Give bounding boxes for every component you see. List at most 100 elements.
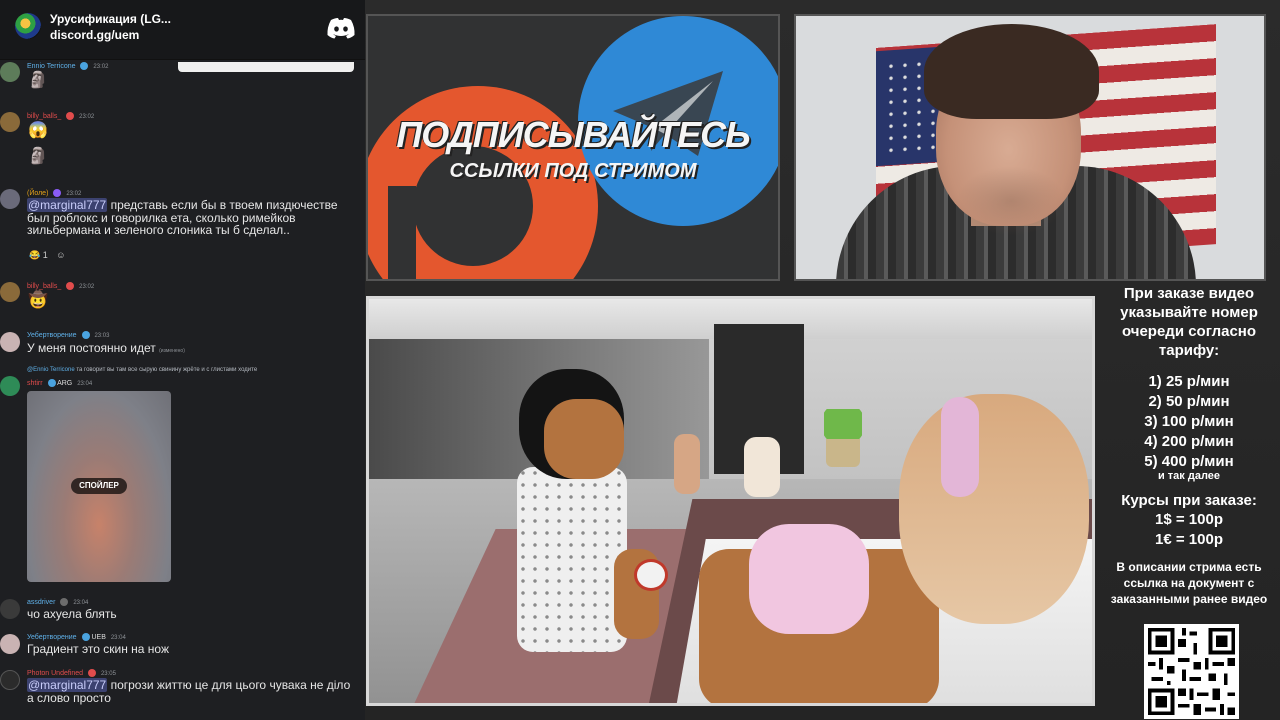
chat-message: billy_balls_ 23:02 🤠 [0, 280, 365, 320]
avatar-child [744, 437, 780, 497]
chat-message: billy_balls_ 23:02 😱 🗿 [0, 110, 365, 180]
avatar [0, 670, 20, 690]
avatar [0, 189, 20, 209]
message-author[interactable]: billy_balls_ [27, 283, 61, 290]
game-capture [366, 296, 1095, 706]
chat-message: Уебертворение 23:03 У меня постоянно иде… [0, 330, 365, 360]
message-text: @marginal777 представь если бы в твоем п… [27, 198, 359, 237]
avatar [0, 634, 20, 654]
message-time: 23:04 [110, 634, 126, 641]
message-author[interactable]: Photon Undefined [27, 670, 83, 677]
reaction-count: 1 [42, 250, 48, 260]
message-body: Градиент это скин на нож [27, 642, 169, 656]
tariff-more: и так далее [1157, 470, 1221, 482]
message-author[interactable]: Уебертворение [27, 332, 77, 339]
role-badge-icon [47, 379, 56, 387]
patreon-logo-bar [388, 186, 416, 279]
chat-header: Урусификация (LG... discord.gg/uem [0, 0, 365, 60]
webcam-feed [794, 14, 1266, 281]
order-heading: При заказе видео указывайте номер очеред… [1120, 285, 1258, 359]
avatar [0, 282, 20, 302]
stream-layout: Урусификация (LG... discord.gg/uem Ennio… [0, 0, 1280, 720]
role-tag: ARG [57, 379, 73, 387]
streamer-hair [924, 24, 1099, 119]
role-badge-icon [66, 112, 75, 120]
qr-code-icon[interactable] [1144, 624, 1239, 719]
plant-pot [826, 439, 860, 467]
server-icon [15, 13, 41, 39]
spoiler-label[interactable]: СПОЙЛЕР [71, 478, 127, 494]
message-author[interactable]: billy_balls_ [27, 113, 61, 120]
message-time: 23:02 [93, 63, 109, 70]
role-badge-icon [81, 633, 90, 641]
held-item-icon [634, 559, 668, 591]
avatar [0, 112, 20, 132]
message-time: 23:04 [73, 599, 89, 606]
role-badge-icon [60, 598, 69, 606]
message-author[interactable]: shtirr [27, 380, 43, 387]
avatar [0, 332, 20, 352]
message-time: 23:02 [79, 283, 95, 290]
role-badge-icon [80, 62, 89, 70]
emoji-sticker-icon: 🗿 [28, 72, 48, 89]
reaction[interactable]: 😂 1 ☺ [29, 250, 65, 261]
tariff-list: 1) 25 р/мин 2) 50 р/мин 3) 100 р/мин 4) … [1102, 372, 1276, 472]
message-text: У меня постоянно идет (изменено) [27, 342, 359, 358]
avatar [0, 62, 20, 82]
role-badge-icon [66, 282, 75, 290]
order-info-panel: При заказе видео указывайте номер очеред… [1102, 284, 1276, 720]
message-text: @marginal777 погрози життю це для цього … [27, 678, 359, 704]
reply-preview[interactable]: @Ennio Terricone та говорит вы там все с… [27, 367, 257, 373]
emoji-shocked-icon: 😱 [28, 122, 48, 139]
role-badge-icon [81, 331, 90, 339]
add-reaction-icon[interactable]: ☺ [56, 250, 65, 260]
rate-item: 1€ = 100р [1155, 531, 1223, 548]
discord-chat-panel: Урусификация (LG... discord.gg/uem Ennio… [0, 0, 365, 720]
banner-subtitle: ССЫЛКИ ПОД СТРИМОМ [449, 160, 697, 182]
chat-message: assdriver 23:04 чо ахуела блять [0, 597, 365, 625]
chat-message: Photon Undefined 23:05 @marginal777 погр… [0, 668, 365, 708]
message-time: 23:03 [94, 332, 110, 339]
avatar [0, 599, 20, 619]
tariff-item: 2) 50 р/мин [1148, 393, 1230, 410]
role-badge-icon [53, 189, 62, 197]
subscribe-banner: ПОДПИСЫВАЙТЕСЬ ССЫЛКИ ПОД СТРИМОМ [366, 14, 780, 281]
emoji-sticker-icon: 🗿 [28, 148, 48, 165]
message-author[interactable]: Уебертворение [27, 634, 77, 641]
message-text: чо ахуела блять [27, 608, 359, 621]
message-time: 23:02 [79, 113, 95, 120]
chat-message: Уебертворение UEB 23:04 Градиент это ски… [0, 632, 365, 660]
tariff-item: 4) 200 р/мин [1144, 433, 1234, 450]
emoji-sticker-icon: 🤠 [28, 292, 48, 309]
reply-text: та говорит вы там все сырую свинину жрёт… [76, 367, 258, 373]
avatar-bow [941, 397, 979, 497]
rates-list: 1$ = 100р 1€ = 100р [1102, 510, 1276, 550]
avatar-hair [899, 394, 1089, 624]
message-text: Градиент это скин на нож [27, 643, 359, 656]
message-body: чо ахуела блять [27, 607, 117, 621]
message-time: 23:05 [100, 670, 116, 677]
message-author[interactable]: Ennio Terricone [27, 63, 76, 70]
avatar-face [544, 399, 624, 479]
streamer-beard [956, 166, 1066, 236]
description-note: В описании стрима есть ссылка на докумен… [1110, 560, 1268, 606]
reaction-emoji-icon: 😂 [29, 250, 41, 260]
message-author[interactable]: assdriver [27, 599, 55, 606]
message-author[interactable]: (Йоле) [27, 190, 48, 197]
role-tag: UEB [91, 633, 106, 641]
avatar-child [674, 434, 700, 494]
message-body: У меня постоянно идет [27, 341, 156, 355]
discord-logo-icon [327, 18, 355, 39]
chat-message: (Йоле) 23:02 @marginal777 представь если… [0, 187, 365, 265]
reply-author: @Ennio Terricone [27, 367, 75, 373]
server-name: Урусификация (LG... [50, 12, 171, 26]
avatar-dress [749, 524, 869, 634]
invite-link[interactable]: discord.gg/uem [50, 28, 139, 42]
rate-item: 1$ = 100р [1155, 511, 1223, 528]
avatar-body-gown [517, 467, 627, 652]
edited-marker: (изменено) [159, 348, 185, 354]
tariff-item: 1) 25 р/мин [1148, 373, 1230, 390]
message-time: 23:02 [66, 190, 82, 197]
message-time: 23:04 [77, 380, 93, 387]
chat-message: @Ennio Terricone та говорит вы там все с… [0, 366, 365, 396]
